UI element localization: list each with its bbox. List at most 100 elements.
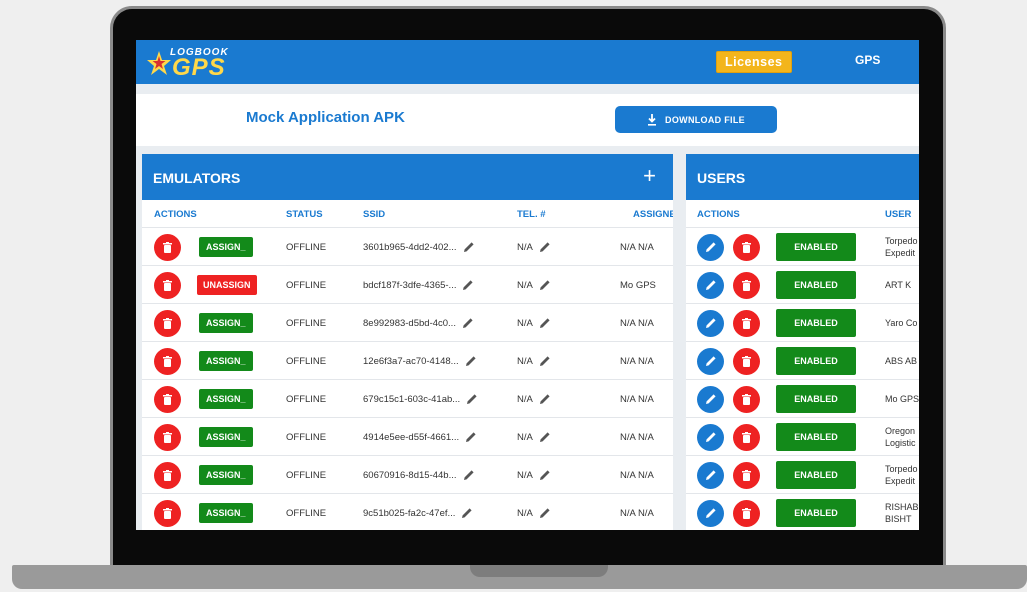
user-row: ENABLED RISHAB BISHT xyxy=(686,493,919,530)
user-name: Torpedo Expedit xyxy=(885,236,918,258)
nav-gps-link[interactable]: GPS xyxy=(855,53,880,67)
user-name: ART K xyxy=(885,280,912,290)
assign-button[interactable]: ASSIGN_ xyxy=(199,313,253,333)
assign-button[interactable]: ASSIGN_ xyxy=(199,237,253,257)
edit-ssid-icon[interactable] xyxy=(456,317,474,329)
user-enabled-toggle[interactable]: ENABLED xyxy=(776,309,856,337)
delete-emulator-button[interactable] xyxy=(154,309,181,337)
user-row: ENABLED ABS AB xyxy=(686,341,919,379)
delete-user-button[interactable] xyxy=(733,461,760,489)
user-row: ENABLED ART K xyxy=(686,265,919,303)
delete-user-button[interactable] xyxy=(733,233,760,261)
assign-button[interactable]: ASSIGN_ xyxy=(199,427,253,447)
delete-user-button[interactable] xyxy=(733,385,760,413)
user-enabled-toggle[interactable]: ENABLED xyxy=(776,233,856,261)
edit-ssid-icon[interactable] xyxy=(456,279,474,291)
licenses-button[interactable]: Licenses xyxy=(716,51,792,73)
delete-emulator-button[interactable] xyxy=(154,423,181,451)
assign-button[interactable]: ASSIGN_ xyxy=(199,389,253,409)
user-row: ENABLED Yaro Co xyxy=(686,303,919,341)
edit-user-button[interactable] xyxy=(697,347,724,375)
emulator-assigned: N/A N/A xyxy=(620,355,654,367)
download-file-label: DOWNLOAD FILE xyxy=(665,114,745,125)
delete-user-button[interactable] xyxy=(733,347,760,375)
assign-button[interactable]: ASSIGN_ xyxy=(199,503,253,523)
user-enabled-toggle[interactable]: ENABLED xyxy=(776,347,856,375)
trash-icon xyxy=(742,241,751,253)
edit-user-button[interactable] xyxy=(697,385,724,413)
delete-emulator-button[interactable] xyxy=(154,271,181,299)
delete-user-button[interactable] xyxy=(733,499,760,527)
delete-emulator-button[interactable] xyxy=(154,461,181,489)
edit-tel-icon[interactable] xyxy=(533,241,551,253)
emulator-tel: N/A xyxy=(517,469,533,481)
edit-ssid-icon[interactable] xyxy=(459,355,477,367)
logo-text-main: GPS xyxy=(172,54,226,81)
edit-tel-icon[interactable] xyxy=(533,393,551,405)
edit-user-button[interactable] xyxy=(697,423,724,451)
edit-ssid-icon[interactable] xyxy=(459,431,477,443)
users-header: USERS xyxy=(686,154,919,200)
download-file-button[interactable]: DOWNLOAD FILE xyxy=(615,106,777,133)
delete-user-button[interactable] xyxy=(733,309,760,337)
emulator-assigned: N/A N/A xyxy=(620,393,654,405)
user-name: Torpedo Expedit xyxy=(885,464,918,486)
emulator-row: ASSIGN_ OFFLINE 679c15c1-603c-41ab... N/A N/… xyxy=(142,379,673,417)
edit-tel-icon[interactable] xyxy=(533,355,551,367)
col-user-actions: ACTIONS xyxy=(697,209,740,220)
add-emulator-button[interactable]: + xyxy=(643,163,656,189)
col-assigned: ASSIGNE xyxy=(633,209,673,220)
assign-button[interactable]: ASSIGN_ xyxy=(199,351,253,371)
user-enabled-toggle[interactable]: ENABLED xyxy=(776,499,856,527)
unassign-button[interactable]: UNASSIGN xyxy=(197,275,257,295)
pencil-icon xyxy=(705,469,717,481)
delete-emulator-button[interactable] xyxy=(154,385,181,413)
user-name: Mo GPS xyxy=(885,394,919,404)
logbook-gps-logo[interactable]: LOGBOOK GPS xyxy=(146,46,242,81)
emulator-ssid: 679c15c1-603c-41ab... xyxy=(363,393,461,405)
edit-ssid-icon[interactable] xyxy=(457,469,475,481)
top-navbar: LOGBOOK GPS Licenses GPS xyxy=(136,40,919,84)
delete-emulator-button[interactable] xyxy=(154,499,181,527)
emulator-tel: N/A xyxy=(517,355,533,367)
delete-emulator-button[interactable] xyxy=(154,347,181,375)
emulator-ssid: 12e6f3a7-ac70-4148... xyxy=(363,355,459,367)
emulator-tel: N/A xyxy=(517,507,533,519)
emulator-assigned: N/A N/A xyxy=(620,507,654,519)
delete-user-button[interactable] xyxy=(733,271,760,299)
edit-tel-icon[interactable] xyxy=(533,317,551,329)
edit-user-button[interactable] xyxy=(697,499,724,527)
emulator-ssid: 9c51b025-fa2c-47ef... xyxy=(363,507,456,519)
edit-ssid-icon[interactable] xyxy=(455,507,473,519)
edit-user-button[interactable] xyxy=(697,309,724,337)
edit-ssid-icon[interactable] xyxy=(460,393,478,405)
edit-tel-icon[interactable] xyxy=(533,431,551,443)
pencil-icon xyxy=(705,507,717,519)
edit-user-button[interactable] xyxy=(697,233,724,261)
edit-tel-icon[interactable] xyxy=(533,507,551,519)
edit-tel-icon[interactable] xyxy=(533,279,551,291)
pencil-icon xyxy=(705,393,717,405)
star-icon xyxy=(147,51,171,75)
emulator-row: ASSIGN_ OFFLINE 3601b965-4dd2-402... N/A N/A… xyxy=(142,227,673,265)
emulator-tel: N/A xyxy=(517,393,533,405)
edit-tel-icon[interactable] xyxy=(533,469,551,481)
user-enabled-toggle[interactable]: ENABLED xyxy=(776,423,856,451)
col-tel: TEL. # xyxy=(517,209,546,220)
edit-user-button[interactable] xyxy=(697,461,724,489)
edit-user-button[interactable] xyxy=(697,271,724,299)
trash-icon xyxy=(742,431,751,443)
emulator-row: ASSIGN_ OFFLINE 4914e5ee-d55f-4661... N/A N/… xyxy=(142,417,673,455)
delete-emulator-button[interactable] xyxy=(154,233,181,261)
edit-ssid-icon[interactable] xyxy=(457,241,475,253)
user-enabled-toggle[interactable]: ENABLED xyxy=(776,385,856,413)
users-title: USERS xyxy=(697,170,746,186)
assign-button[interactable]: ASSIGN_ xyxy=(199,465,253,485)
trash-icon xyxy=(163,507,172,519)
emulator-ssid: 4914e5ee-d55f-4661... xyxy=(363,431,460,443)
emulator-status: OFFLINE xyxy=(286,469,327,481)
delete-user-button[interactable] xyxy=(733,423,760,451)
user-enabled-toggle[interactable]: ENABLED xyxy=(776,271,856,299)
trash-icon xyxy=(742,393,751,405)
user-enabled-toggle[interactable]: ENABLED xyxy=(776,461,856,489)
